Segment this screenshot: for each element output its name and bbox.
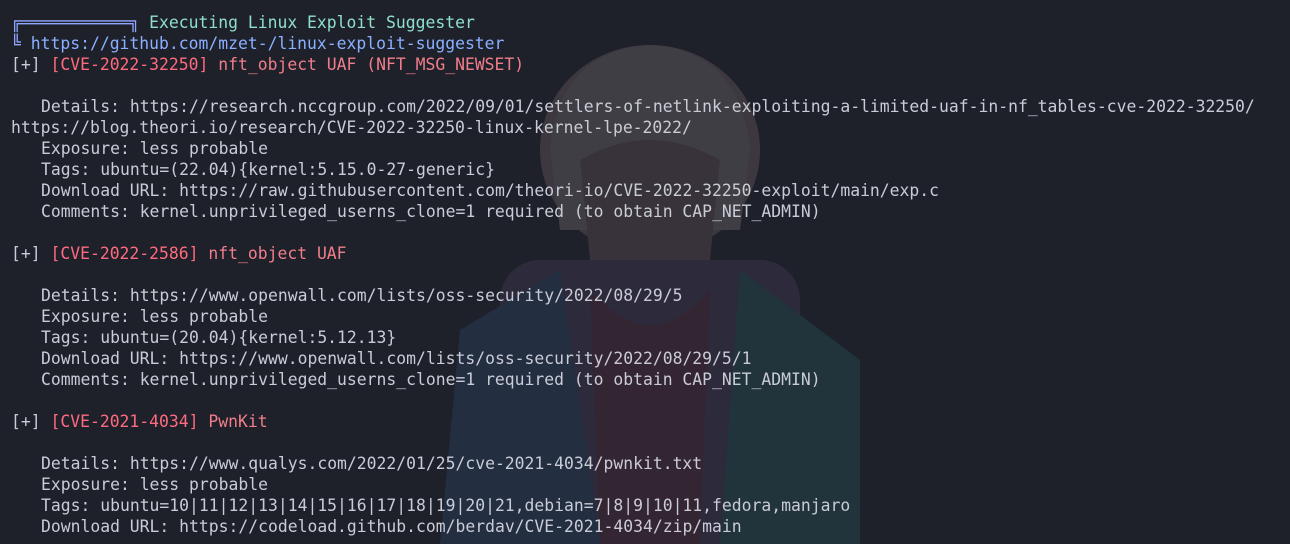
tags-value: ubuntu=(22.04){kernel:5.15.0-27-generic} (100, 160, 495, 179)
entry-comments: Comments: kernel.unprivileged_userns_clo… (11, 201, 1290, 222)
entry-comments: Comments: kernel.unprivileged_userns_clo… (11, 369, 1290, 390)
tags-label: Tags: (41, 160, 91, 179)
entry-download: Download URL: https://codeload.github.co… (11, 516, 1290, 537)
entry-marker: [+] (11, 412, 41, 431)
entry-exposure: Exposure: less probable (11, 474, 1290, 495)
entry-cve-id: [CVE-2022-32250] (50, 55, 209, 74)
terminal-output: ╔═══════════╗ Executing Linux Exploit Su… (11, 12, 1290, 537)
details-url[interactable]: https://research.nccgroup.com/2022/09/01… (130, 97, 1255, 116)
exposure-label: Exposure: (41, 139, 130, 158)
entry-name: nft_object UAF (NFT_MSG_NEWSET) (218, 55, 525, 74)
header-title: Executing Linux Exploit Suggester (149, 13, 475, 32)
entry-marker: [+] (11, 244, 41, 263)
entry-cve-id: [CVE-2022-2586] (50, 244, 199, 263)
exposure-label: Exposure: (41, 475, 130, 494)
entry-name: PwnKit (208, 412, 268, 431)
exposure-value: less probable (139, 475, 268, 494)
download-url[interactable]: https://codeload.github.com/berdav/CVE-2… (179, 517, 741, 536)
entry-exposure: Exposure: less probable (11, 306, 1290, 327)
header-url[interactable]: https://github.com/mzet-/linux-exploit-s… (31, 34, 505, 53)
entry-exposure: Exposure: less probable (11, 138, 1290, 159)
entry-marker: [+] (11, 55, 41, 74)
entry-tags: Tags: ubuntu=(20.04){kernel:5.12.13} (11, 327, 1290, 348)
box-bottom-border: ╚ (11, 34, 21, 53)
entry-details: Details: https://www.openwall.com/lists/… (11, 285, 1290, 306)
exposure-value: less probable (139, 307, 268, 326)
entry-heading: [+] [CVE-2022-32250] nft_object UAF (NFT… (11, 54, 1290, 75)
entry-download: Download URL: https://www.openwall.com/l… (11, 348, 1290, 369)
entry-heading: [+] [CVE-2021-4034] PwnKit (11, 411, 1290, 432)
tags-label: Tags: (41, 496, 91, 515)
download-label: Download URL: (41, 517, 170, 536)
download-url[interactable]: https://raw.githubusercontent.com/theori… (179, 181, 939, 200)
comments-label: Comments: (41, 370, 130, 389)
download-label: Download URL: (41, 181, 170, 200)
tags-value: ubuntu=10|11|12|13|14|15|16|17|18|19|20|… (100, 496, 851, 515)
details-url-2[interactable]: https://blog.theori.io/research/CVE-2022… (11, 118, 692, 137)
details-label: Details: (41, 97, 120, 116)
entry-name: nft_object UAF (208, 244, 347, 263)
exposure-label: Exposure: (41, 307, 130, 326)
terminal-window[interactable]: ╔═══════════╗ Executing Linux Exploit Su… (0, 0, 1290, 544)
exposure-value: less probable (139, 139, 268, 158)
download-label: Download URL: (41, 349, 170, 368)
details-url[interactable]: https://www.openwall.com/lists/oss-secur… (130, 286, 683, 305)
details-label: Details: (41, 286, 120, 305)
entry-details-wrap: https://blog.theori.io/research/CVE-2022… (11, 117, 1290, 138)
entry-details: Details: https://research.nccgroup.com/2… (11, 96, 1290, 117)
entry-cve-id: [CVE-2021-4034] (50, 412, 199, 431)
header-url-line: ╚ https://github.com/mzet-/linux-exploit… (11, 33, 1290, 54)
download-url[interactable]: https://www.openwall.com/lists/oss-secur… (179, 349, 751, 368)
tags-label: Tags: (41, 328, 91, 347)
entry-heading: [+] [CVE-2022-2586] nft_object UAF (11, 243, 1290, 264)
details-label: Details: (41, 454, 120, 473)
comments-value: kernel.unprivileged_userns_clone=1 requi… (139, 202, 821, 221)
entry-tags: Tags: ubuntu=(22.04){kernel:5.15.0-27-ge… (11, 159, 1290, 180)
box-top-border: ╔═══════════╗ (11, 13, 140, 32)
entry-tags: Tags: ubuntu=10|11|12|13|14|15|16|17|18|… (11, 495, 1290, 516)
details-url[interactable]: https://www.qualys.com/2022/01/25/cve-20… (130, 454, 702, 473)
comments-value: kernel.unprivileged_userns_clone=1 requi… (139, 370, 821, 389)
header-line: ╔═══════════╗ Executing Linux Exploit Su… (11, 12, 1290, 33)
entry-download: Download URL: https://raw.githubusercont… (11, 180, 1290, 201)
entry-details: Details: https://www.qualys.com/2022/01/… (11, 453, 1290, 474)
tags-value: ubuntu=(20.04){kernel:5.12.13} (100, 328, 397, 347)
comments-label: Comments: (41, 202, 130, 221)
